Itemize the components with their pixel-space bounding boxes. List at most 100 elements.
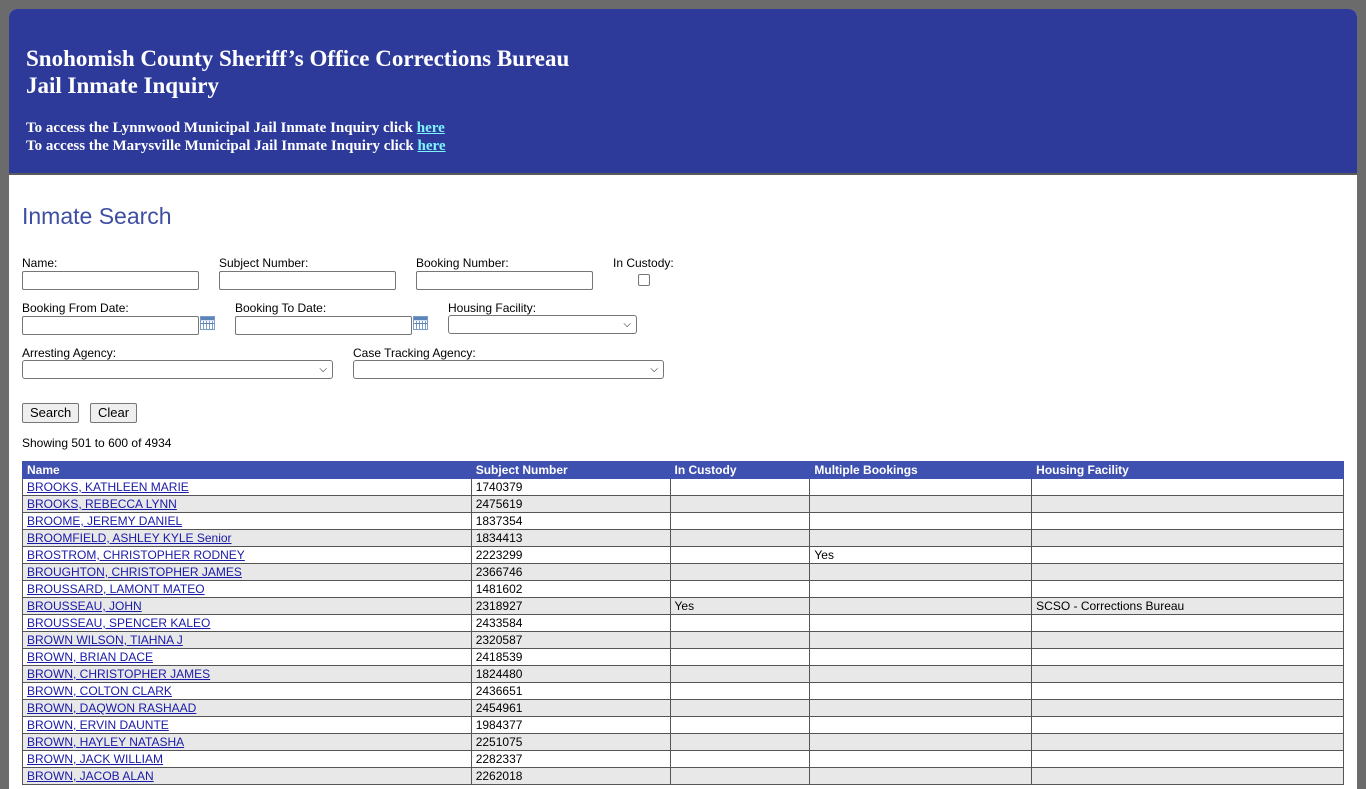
- cell-housing-facility: [1031, 716, 1344, 734]
- cell-housing-facility: [1031, 631, 1344, 649]
- subject-number-label: Subject Number:: [219, 256, 309, 270]
- inmate-name-link[interactable]: BROOME, JEREMY DANIEL: [27, 514, 182, 528]
- cell-subject-number: 2475619: [470, 495, 671, 513]
- booking-to-input[interactable]: [235, 316, 412, 335]
- table-row: BROUSSEAU, SPENCER KALEO 2433584: [22, 614, 1344, 632]
- cell-multiple-bookings: [809, 682, 1033, 700]
- subject-number-input[interactable]: [219, 271, 396, 290]
- cell-subject-number: 2436651: [470, 682, 671, 700]
- chevron-down-icon: ⌵: [319, 364, 327, 375]
- cell-name: BROUSSARD, LAMONT MATEO: [22, 580, 472, 598]
- cell-in-custody: [669, 682, 811, 700]
- case-tracking-agency-label: Case Tracking Agency:: [353, 346, 476, 360]
- inmate-name-link[interactable]: BROWN, BRIAN DACE: [27, 650, 153, 664]
- cell-multiple-bookings: [809, 665, 1033, 683]
- cell-subject-number: 2320587: [470, 631, 671, 649]
- inmate-name-link[interactable]: BROUSSARD, LAMONT MATEO: [27, 582, 205, 596]
- cell-multiple-bookings: [809, 512, 1033, 530]
- inmate-name-link[interactable]: BROSTROM, CHRISTOPHER RODNEY: [27, 548, 245, 562]
- page: Snohomish County Sheriff’s Office Correc…: [9, 9, 1357, 789]
- inmate-name-link[interactable]: BROUSSEAU, SPENCER KALEO: [27, 616, 210, 630]
- name-input[interactable]: [22, 271, 199, 290]
- inmate-name-link[interactable]: BROWN, DAQWON RASHAAD: [27, 701, 196, 715]
- housing-facility-select[interactable]: ⌵: [448, 315, 637, 334]
- booking-number-input[interactable]: [416, 271, 593, 290]
- arresting-agency-select[interactable]: ⌵: [22, 360, 333, 379]
- cell-housing-facility: [1031, 563, 1344, 581]
- table-row: BROWN WILSON, TIAHNA J 2320587: [22, 631, 1344, 649]
- cell-multiple-bookings: [809, 631, 1033, 649]
- inmate-name-link[interactable]: BROWN, CHRISTOPHER JAMES: [27, 667, 210, 681]
- cell-subject-number: 2282337: [470, 750, 671, 768]
- marysville-notice: To access the Marysville Municipal Jail …: [26, 138, 446, 155]
- calendar-icon[interactable]: [413, 316, 428, 330]
- cell-housing-facility: [1031, 512, 1344, 530]
- inmate-name-link[interactable]: BROOKS, REBECCA LYNN: [27, 497, 177, 511]
- booking-number-label: Booking Number:: [416, 256, 509, 270]
- inmate-name-link[interactable]: BROOMFIELD, ASHLEY KYLE Senior: [27, 531, 232, 545]
- booking-from-input[interactable]: [22, 316, 199, 335]
- cell-in-custody: [669, 716, 811, 734]
- cell-name: BROOKS, REBECCA LYNN: [22, 495, 472, 513]
- cell-multiple-bookings: [809, 648, 1033, 666]
- clear-button[interactable]: Clear: [90, 403, 138, 423]
- cell-subject-number: 2366746: [470, 563, 671, 581]
- inmate-name-link[interactable]: BROWN, HAYLEY NATASHA: [27, 735, 184, 749]
- cell-name: BROWN, JACOB ALAN: [22, 767, 472, 785]
- cell-in-custody: [669, 529, 811, 547]
- in-custody-label: In Custody:: [613, 256, 674, 270]
- cell-subject-number: 2251075: [470, 733, 671, 751]
- lynnwood-text: To access the Lynnwood Municipal Jail In…: [26, 120, 417, 136]
- table-row: BROOMFIELD, ASHLEY KYLE Senior 1834413: [22, 529, 1344, 547]
- chevron-down-icon: ⌵: [623, 319, 631, 330]
- inmate-name-link[interactable]: BROWN, ERVIN DAUNTE: [27, 718, 169, 732]
- cell-subject-number: 2223299: [470, 546, 671, 564]
- lynnwood-link[interactable]: here: [417, 120, 445, 136]
- cell-multiple-bookings: [809, 597, 1033, 615]
- search-heading: Inmate Search: [22, 203, 172, 229]
- cell-housing-facility: SCSO - Corrections Bureau: [1031, 597, 1344, 615]
- result-count: Showing 501 to 600 of 4934: [22, 436, 172, 450]
- cell-name: BROWN, DAQWON RASHAAD: [22, 699, 472, 717]
- cell-subject-number: 1834413: [470, 529, 671, 547]
- cell-multiple-bookings: [809, 495, 1033, 513]
- table-header-row: Name Subject Number In Custody Multiple …: [22, 461, 1344, 479]
- name-label: Name:: [22, 256, 58, 270]
- table-row: BROSTROM, CHRISTOPHER RODNEY 2223299 Yes: [22, 546, 1344, 564]
- inmate-name-link[interactable]: BROUSSEAU, JOHN: [27, 599, 142, 613]
- inmate-name-link[interactable]: BROWN, JACOB ALAN: [27, 769, 154, 783]
- cell-in-custody: [669, 665, 811, 683]
- cell-housing-facility: [1031, 682, 1344, 700]
- cell-in-custody: Yes: [669, 597, 811, 615]
- cell-name: BROOMFIELD, ASHLEY KYLE Senior: [22, 529, 472, 547]
- cell-multiple-bookings: [809, 716, 1033, 734]
- cell-name: BROWN, JACK WILLIAM: [22, 750, 472, 768]
- cell-subject-number: 1984377: [470, 716, 671, 734]
- table-row: BROWN, CHRISTOPHER JAMES 1824480: [22, 665, 1344, 683]
- inmate-name-link[interactable]: BROWN, JACK WILLIAM: [27, 752, 163, 766]
- inmate-name-link[interactable]: BROUGHTON, CHRISTOPHER JAMES: [27, 565, 242, 579]
- cell-in-custody: [669, 767, 811, 785]
- cell-subject-number: 1824480: [470, 665, 671, 683]
- search-button[interactable]: Search: [22, 403, 80, 423]
- in-custody-checkbox[interactable]: [638, 274, 650, 286]
- marysville-link[interactable]: here: [418, 138, 446, 154]
- column-header-subject-number: Subject Number: [470, 461, 671, 479]
- inmate-name-link[interactable]: BROWN WILSON, TIAHNA J: [27, 633, 183, 647]
- inmate-name-link[interactable]: BROOKS, KATHLEEN MARIE: [27, 480, 189, 494]
- cell-name: BROSTROM, CHRISTOPHER RODNEY: [22, 546, 472, 564]
- column-header-in-custody: In Custody: [669, 461, 811, 479]
- table-row: BROWN, JACOB ALAN 2262018: [22, 767, 1344, 785]
- inmate-name-link[interactable]: BROWN, COLTON CLARK: [27, 684, 172, 698]
- calendar-icon[interactable]: [200, 316, 215, 330]
- cell-in-custody: [669, 478, 811, 496]
- column-header-housing-facility: Housing Facility: [1031, 461, 1344, 479]
- cell-multiple-bookings: [809, 767, 1033, 785]
- cell-name: BROWN WILSON, TIAHNA J: [22, 631, 472, 649]
- case-tracking-agency-select[interactable]: ⌵: [353, 360, 664, 379]
- table-row: BROUSSEAU, JOHN 2318927 Yes SCSO - Correcti…: [22, 597, 1344, 615]
- cell-subject-number: 2433584: [470, 614, 671, 632]
- cell-subject-number: 2318927: [470, 597, 671, 615]
- cell-subject-number: 2454961: [470, 699, 671, 717]
- cell-housing-facility: [1031, 733, 1344, 751]
